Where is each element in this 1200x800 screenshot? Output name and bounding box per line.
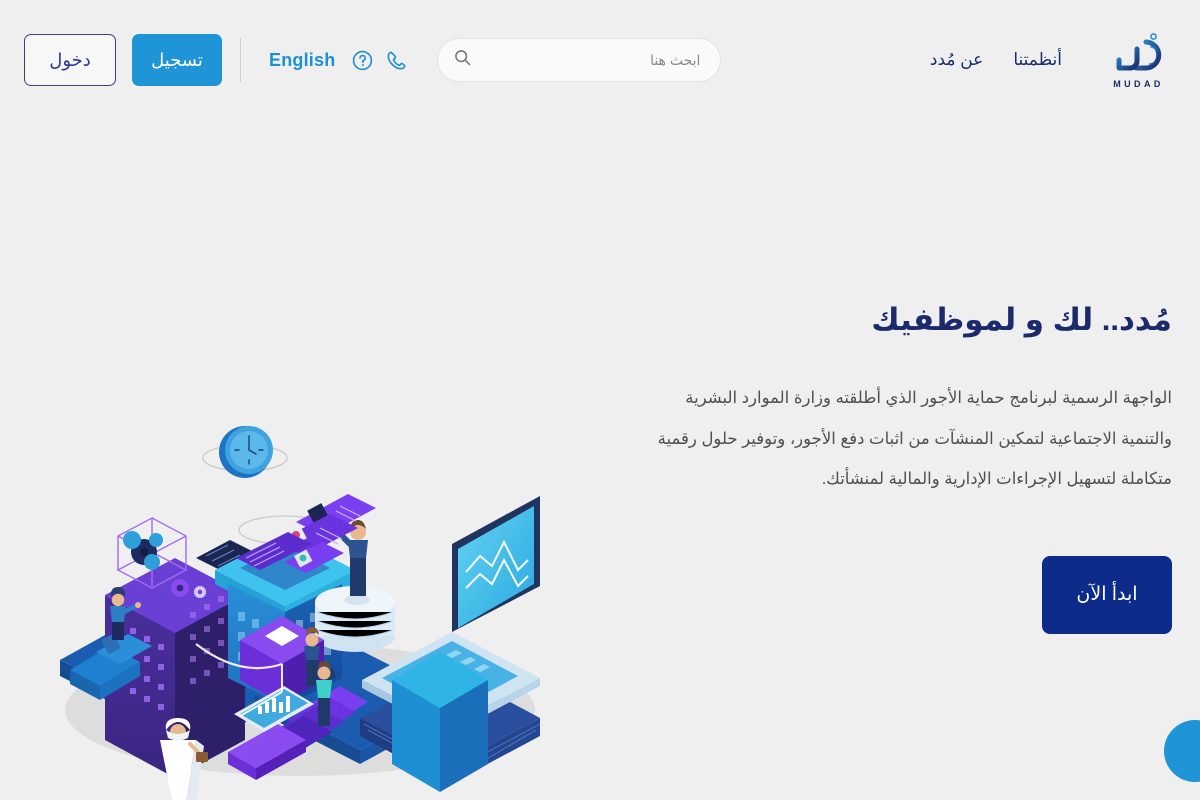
hero-illustration xyxy=(0,240,600,800)
cta-wrap: ابدأ الآن xyxy=(640,555,1172,634)
nav-systems[interactable]: أنظمتنا xyxy=(1013,50,1062,70)
person-teal xyxy=(316,661,332,726)
search-box[interactable] xyxy=(437,38,722,82)
header-utility-area: English دخول تسجيل xyxy=(24,34,722,86)
search-input[interactable] xyxy=(481,52,701,68)
mudad-logo-icon xyxy=(1116,32,1162,71)
primary-nav: أنظمتنا عن مُدد xyxy=(930,50,1062,70)
phone-button[interactable] xyxy=(379,43,413,77)
auth-buttons: دخول تسجيل xyxy=(24,34,222,86)
nav-about[interactable]: عن مُدد xyxy=(930,50,983,70)
start-now-button[interactable]: ابدأ الآن xyxy=(1042,555,1172,634)
search-icon xyxy=(454,49,471,71)
phone-icon xyxy=(387,50,406,70)
site-header: MUDAD أنظمتنا عن مُدد ابحث هنا English د… xyxy=(0,0,1200,120)
header-divider xyxy=(240,38,241,82)
help-button[interactable] xyxy=(345,43,379,77)
register-button[interactable]: تسجيل xyxy=(132,34,222,86)
question-circle-icon xyxy=(352,50,373,70)
clock-icon xyxy=(219,426,273,478)
mudad-wordmark: MUDAD xyxy=(1113,78,1164,89)
hero-section: مُدد.. لك و لموظفيك الواجهة الرسمية لبرن… xyxy=(0,120,1200,800)
hero-copy: مُدد.. لك و لموظفيك الواجهة الرسمية لبرن… xyxy=(640,300,1200,634)
login-button[interactable]: دخول xyxy=(24,34,116,86)
brand-area: MUDAD أنظمتنا عن مُدد xyxy=(930,24,1178,96)
page-title: مُدد.. لك و لموظفيك xyxy=(871,302,1172,337)
language-toggle[interactable]: English xyxy=(263,50,345,71)
isometric-smart-city-illustration xyxy=(60,426,541,800)
mudad-logo[interactable]: MUDAD xyxy=(1096,24,1178,96)
hero-description: الواجهة الرسمية لبرنامج حماية الأجور الذ… xyxy=(657,389,1172,489)
